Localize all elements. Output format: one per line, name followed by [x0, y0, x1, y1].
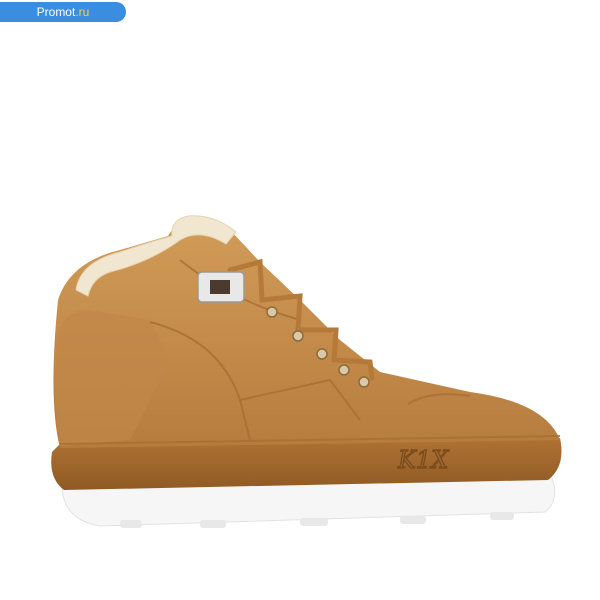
boot-metal-tag [197, 271, 245, 303]
brand-logo-text: K1X [397, 446, 449, 474]
boot: K1X [51, 215, 562, 528]
product-photo: K1X [51, 215, 562, 528]
brand-logo: K1X [396, 445, 450, 474]
